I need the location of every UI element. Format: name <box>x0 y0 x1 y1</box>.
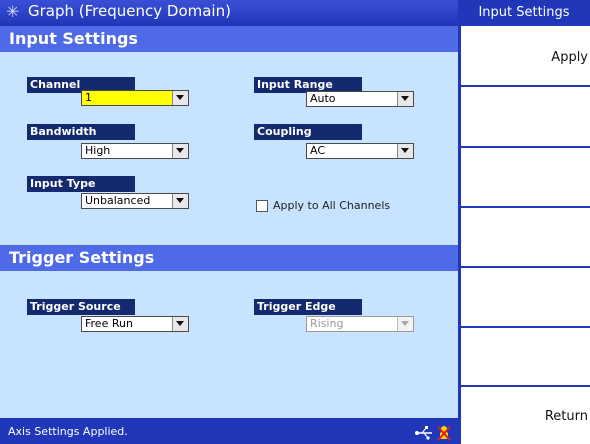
apply-button-label: Apply <box>551 50 588 65</box>
status-icons <box>415 426 451 441</box>
trigger-edge-label: Trigger Edge <box>254 299 362 315</box>
softkey-panel-title: Input Settings <box>478 5 570 20</box>
status-bar: Axis Settings Applied. <box>0 418 458 444</box>
chevron-down-icon[interactable] <box>172 194 188 208</box>
bandwidth-label: Bandwidth <box>27 124 135 140</box>
title-bar: ✳ Graph (Frequency Domain) <box>0 0 458 26</box>
input-type-label: Input Type <box>27 176 135 192</box>
apply-all-label[interactable]: Apply to All Channels <box>273 199 390 212</box>
window-title: Graph (Frequency Domain) <box>28 2 231 20</box>
trigger-settings-panel: Trigger Source Free Run Trigger Edge Ris… <box>0 271 458 418</box>
trigger-source-label: Trigger Source <box>27 299 135 315</box>
warning-user-icon <box>437 426 451 441</box>
input-range-value: Auto <box>310 92 336 105</box>
coupling-label: Coupling <box>254 124 362 140</box>
softkey-2[interactable] <box>461 87 590 147</box>
chevron-down-icon[interactable] <box>397 92 413 106</box>
bandwidth-value: High <box>85 144 111 157</box>
coupling-select[interactable]: AC <box>306 143 414 159</box>
input-settings-header: Input Settings <box>0 26 458 52</box>
input-type-value: Unbalanced <box>85 194 151 207</box>
apply-button[interactable]: Apply <box>461 26 590 86</box>
return-button-label: Return <box>544 409 588 424</box>
usb-icon <box>415 426 432 440</box>
input-range-select[interactable]: Auto <box>306 91 414 107</box>
chevron-down-icon[interactable] <box>172 317 188 331</box>
channel-value: 1 <box>85 91 92 104</box>
apply-all-checkbox[interactable] <box>256 200 268 212</box>
chevron-down-icon[interactable] <box>397 144 413 158</box>
app-sun-icon: ✳ <box>6 2 20 21</box>
coupling-value: AC <box>310 144 326 157</box>
chevron-down-icon[interactable] <box>172 144 188 158</box>
softkey-3[interactable] <box>461 148 590 207</box>
trigger-source-value: Free Run <box>85 317 133 330</box>
trigger-settings-header: Trigger Settings <box>0 245 458 271</box>
bandwidth-select[interactable]: High <box>81 143 189 159</box>
return-button[interactable]: Return <box>461 387 590 444</box>
softkey-5[interactable] <box>461 268 590 327</box>
softkey-4[interactable] <box>461 208 590 267</box>
trigger-edge-select: Rising <box>306 316 414 332</box>
trigger-edge-value: Rising <box>310 317 344 330</box>
input-type-select[interactable]: Unbalanced <box>81 193 189 209</box>
chevron-down-icon[interactable] <box>172 91 188 105</box>
input-settings-panel: Channel 1 Input Range Auto Bandwidth Hig… <box>0 52 458 245</box>
softkey-6[interactable] <box>461 328 590 386</box>
channel-select[interactable]: 1 <box>81 90 189 106</box>
status-message: Axis Settings Applied. <box>8 425 128 438</box>
trigger-source-select[interactable]: Free Run <box>81 316 189 332</box>
chevron-down-icon <box>397 317 413 331</box>
